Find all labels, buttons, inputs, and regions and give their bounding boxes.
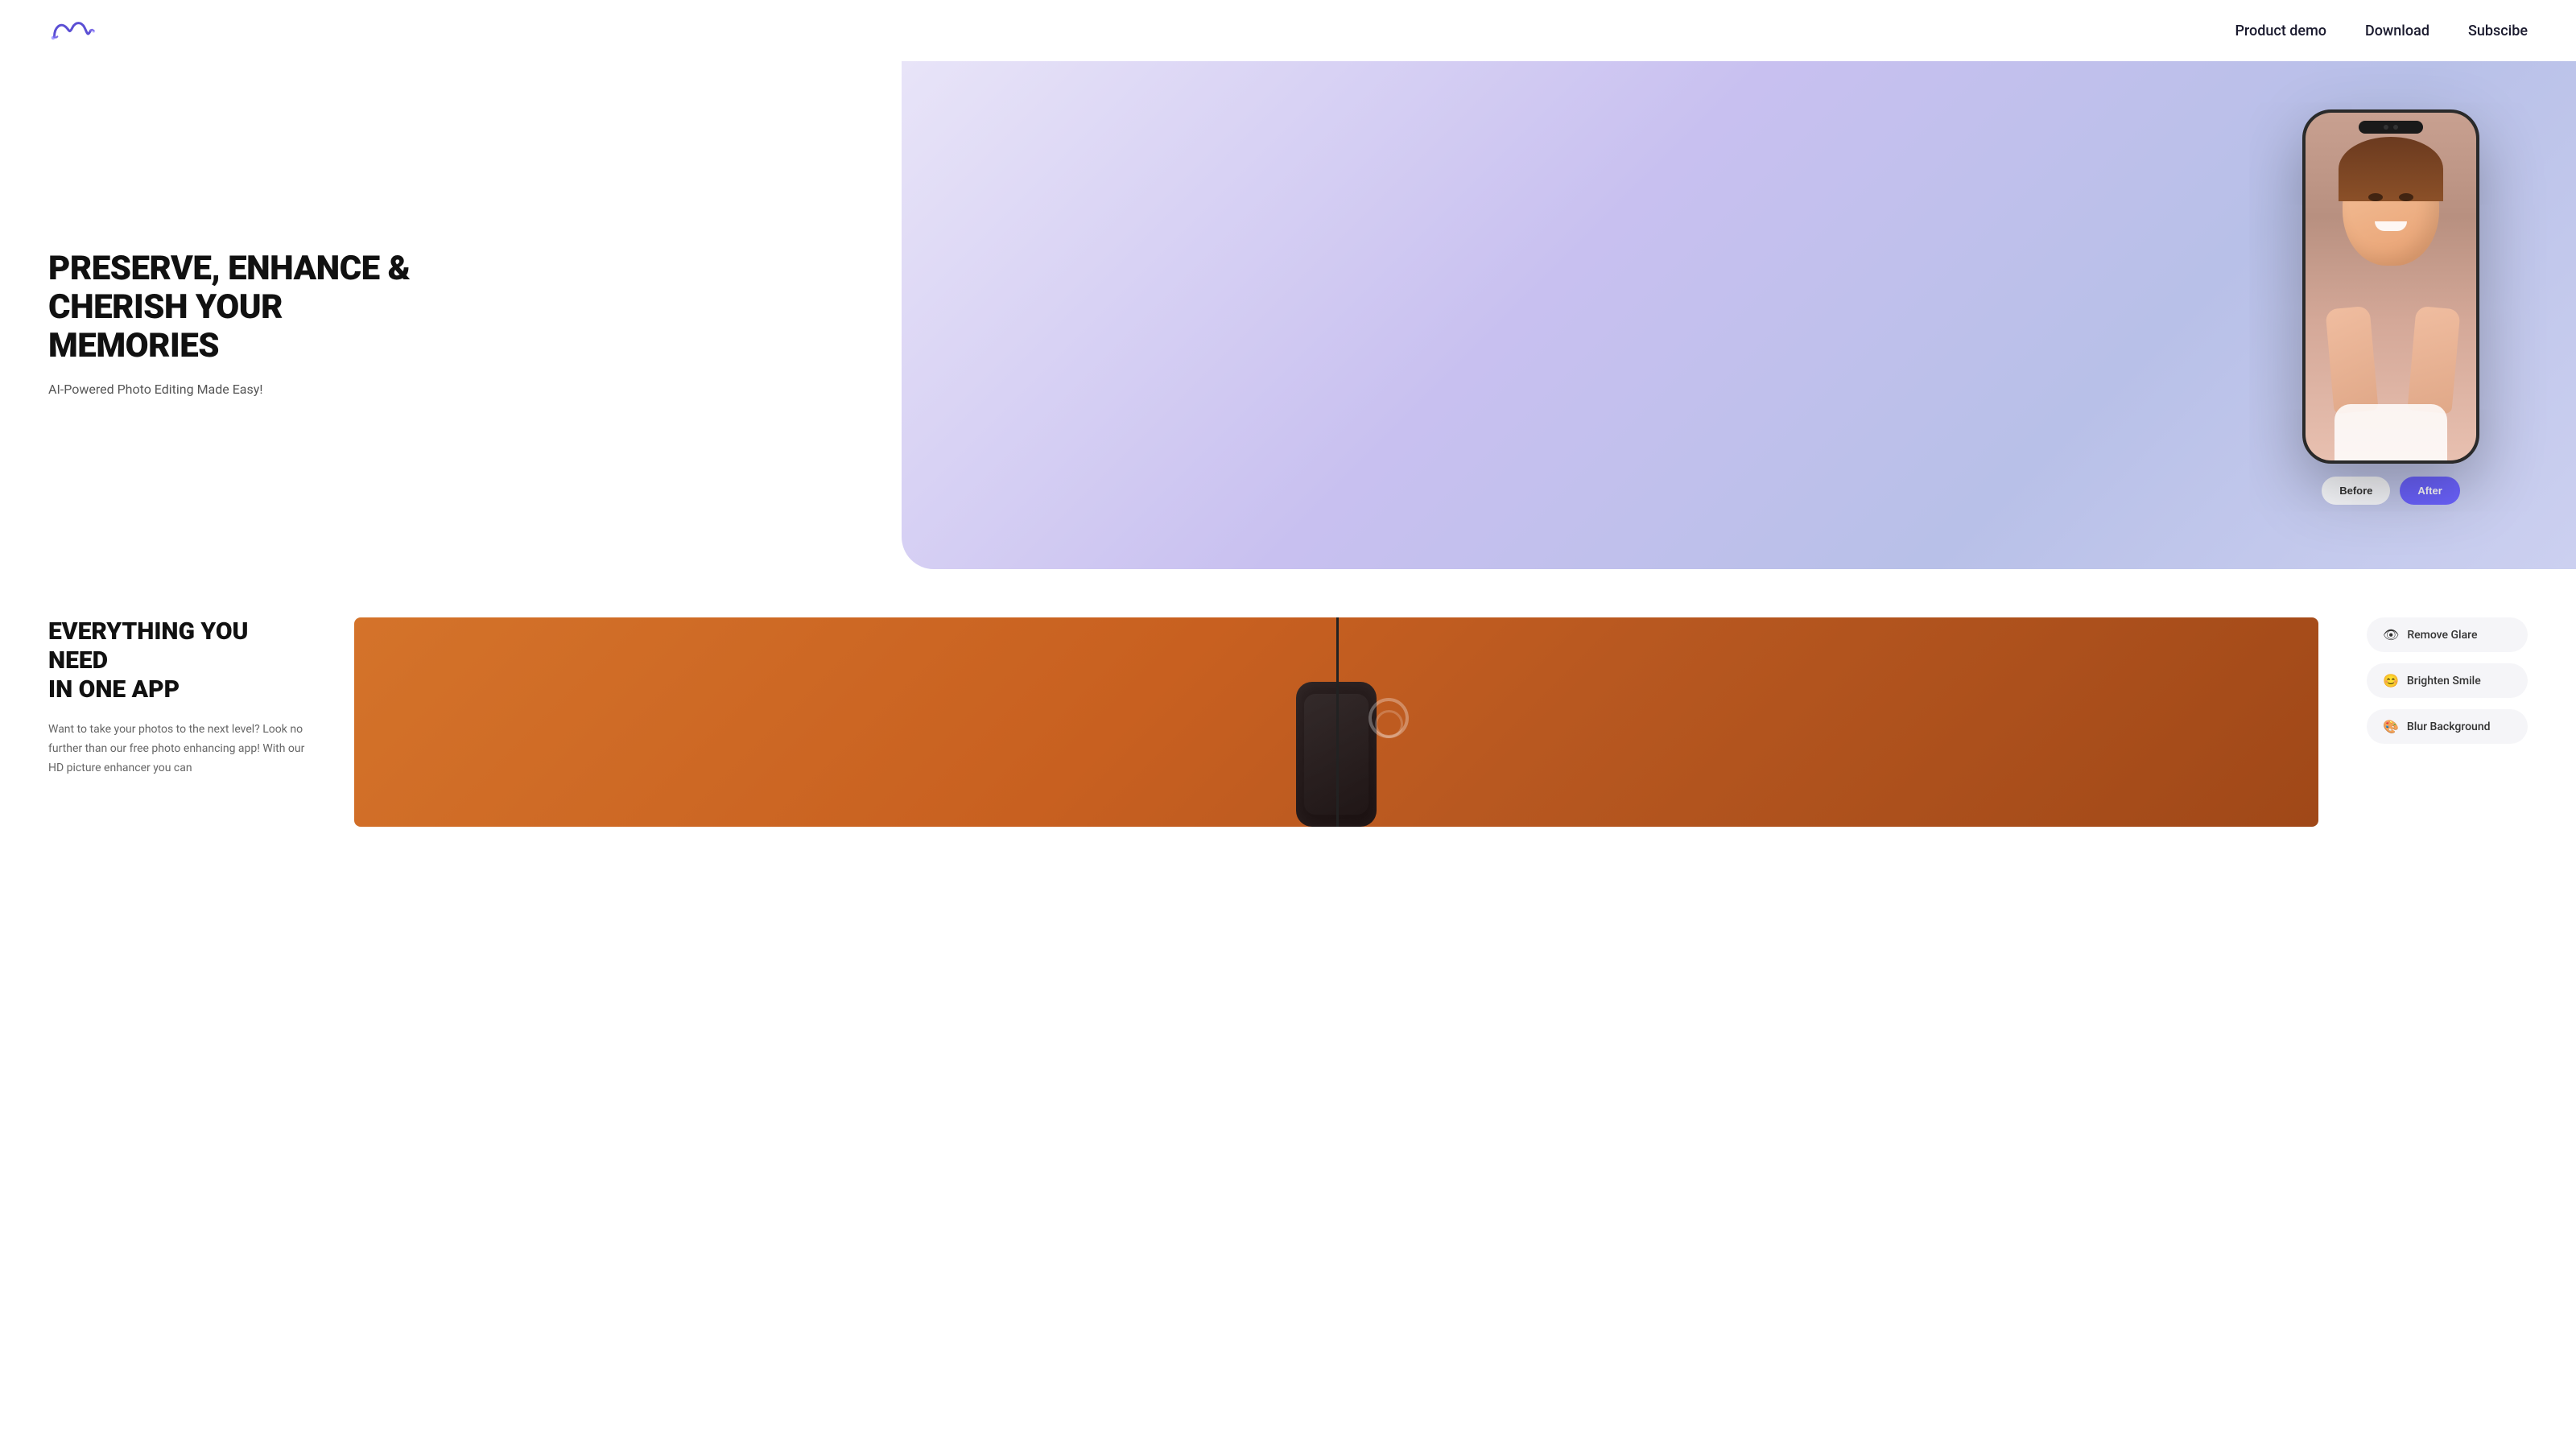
nav-subscribe[interactable]: Subscibe: [2468, 23, 2528, 39]
photo-toggle-buttons: Before After: [2322, 477, 2460, 505]
nav-download[interactable]: Download: [2365, 23, 2429, 39]
photo-divider-line: [1336, 617, 1339, 827]
photo-comparison: [354, 617, 2318, 827]
eye-right: [2399, 193, 2413, 201]
top-garment: [2334, 404, 2447, 460]
feature-remove-glare[interactable]: 👁 Remove Glare: [2367, 617, 2528, 652]
before-button[interactable]: Before: [2322, 477, 2390, 505]
remove-glare-label: Remove Glare: [2407, 629, 2477, 642]
everything-title: EVERYTHING YOU NEED IN ONE APP: [48, 617, 306, 704]
ring-deco-2: [1375, 710, 1403, 738]
hero-section: PRESERVE, ENHANCE & CHERISH YOUR MEMORIE…: [0, 61, 2576, 569]
hero-text-block: PRESERVE, ENHANCE & CHERISH YOUR MEMORIE…: [48, 217, 435, 398]
phone-frame: [2302, 109, 2479, 464]
feature-brighten-smile[interactable]: 😊 Brighten Smile: [2367, 663, 2528, 698]
everything-title-line1: EVERYTHING YOU NEED: [48, 617, 248, 675]
main-nav: Product demo Download Subscibe: [2235, 23, 2528, 39]
hero-title: PRESERVE, ENHANCE & CHERISH YOUR MEMORIE…: [48, 250, 435, 366]
logo[interactable]: [48, 14, 97, 47]
phone-screen: [2306, 113, 2476, 460]
logo-icon: [48, 14, 97, 47]
everything-description: Want to take your photos to the next lev…: [48, 720, 306, 778]
header: Product demo Download Subscibe: [0, 0, 2576, 61]
hero-title-line1: PRESERVE, ENHANCE &: [48, 249, 410, 288]
phone-notch: [2359, 121, 2423, 134]
hero-subtitle: AI-Powered Photo Editing Made Easy!: [48, 382, 435, 397]
everything-section: EVERYTHING YOU NEED IN ONE APP Want to t…: [0, 569, 2576, 859]
after-button[interactable]: After: [2400, 477, 2459, 505]
smile: [2375, 221, 2407, 231]
blur-bg-label: Blur Background: [2407, 720, 2491, 733]
hero-title-line2: CHERISH YOUR MEMORIES: [48, 287, 283, 365]
features-sidebar: 👁 Remove Glare 😊 Brighten Smile 🎨 Blur B…: [2367, 617, 2528, 744]
hair-top: [2339, 137, 2443, 201]
eyes: [2368, 193, 2413, 201]
blur-bg-icon: 🎨: [2383, 719, 2399, 734]
everything-title-line2: IN ONE APP: [48, 675, 180, 704]
phone-mockup: Before After: [2302, 109, 2479, 505]
notch-dot-right: [2393, 125, 2398, 130]
everything-text-block: EVERYTHING YOU NEED IN ONE APP Want to t…: [48, 617, 306, 778]
hand-left: [2325, 306, 2378, 414]
hand-right: [2407, 306, 2460, 414]
feature-blur-bg[interactable]: 🎨 Blur Background: [2367, 709, 2528, 744]
brighten-smile-icon: 😊: [2383, 673, 2399, 688]
notch-dot-left: [2384, 125, 2388, 130]
brighten-smile-label: Brighten Smile: [2407, 675, 2481, 687]
phone-photo: [2306, 113, 2476, 460]
remove-glare-icon: 👁: [2383, 627, 2399, 642]
eye-left: [2368, 193, 2383, 201]
nav-product-demo[interactable]: Product demo: [2235, 23, 2326, 39]
